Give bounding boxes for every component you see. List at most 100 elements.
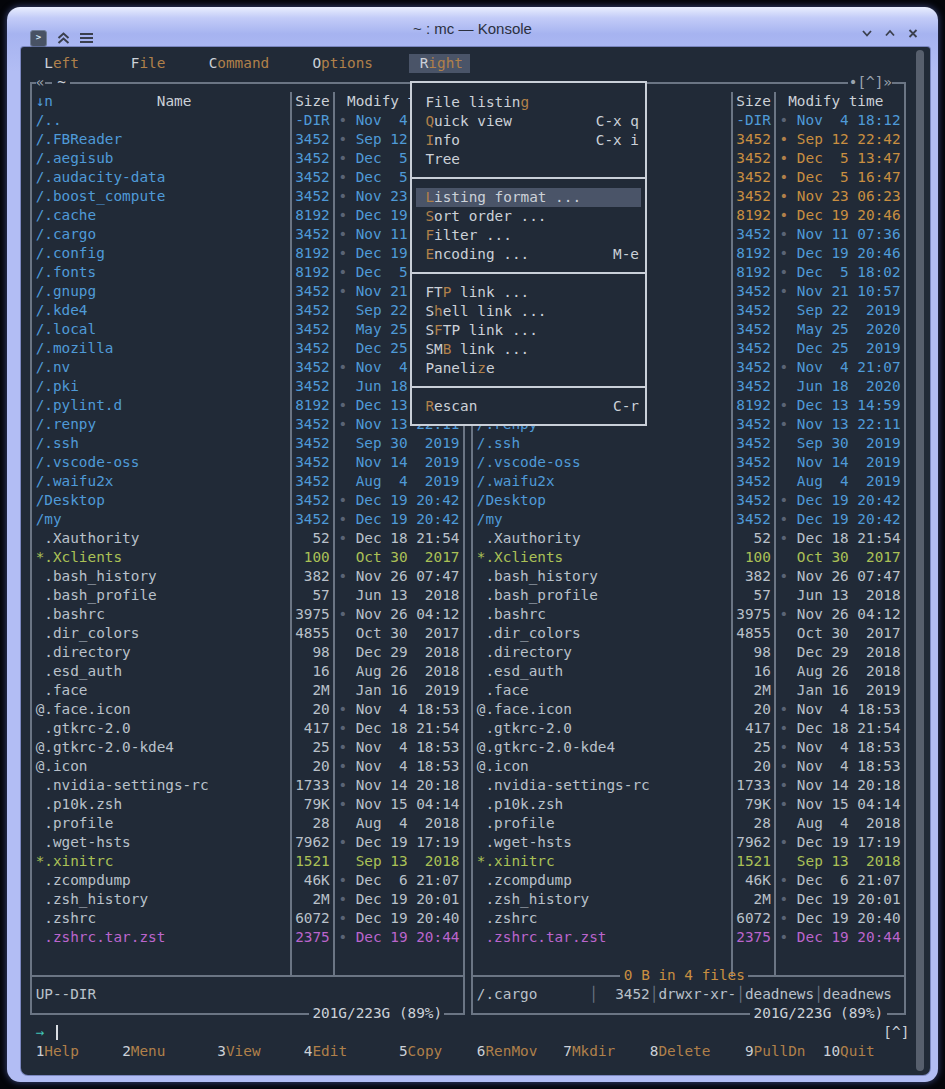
file-name[interactable]: /Desktop [36,491,105,510]
menubar-item-left[interactable]: Left [44,54,79,73]
file-name[interactable]: .esd_auth [477,662,563,681]
file-name[interactable]: .profile [36,814,114,833]
menubar-item-command[interactable]: Command [209,54,270,73]
file-name[interactable]: /.kde4 [36,301,88,320]
menu-item-file-listing[interactable]: File listing [412,93,645,112]
file-name[interactable]: /.vscode-oss [477,453,581,472]
close-button[interactable] [906,26,920,40]
file-name[interactable]: /.ssh [36,434,79,453]
file-name[interactable]: .zcompdump [36,871,131,890]
file-name[interactable]: /.waifu2x [36,472,114,491]
file-name[interactable]: @.face.icon [36,700,131,719]
menubar-item-options[interactable]: Options [312,54,373,73]
file-name[interactable]: @.icon [36,757,88,776]
file-name[interactable]: /.boost_compute [36,187,166,206]
history-indicator[interactable]: [^] [883,1023,909,1042]
file-name[interactable]: /.cargo [36,225,97,244]
file-name[interactable]: /Desktop [477,491,546,510]
file-name[interactable]: /.local [36,320,97,339]
column-header-size[interactable]: Size [295,92,330,111]
file-name[interactable]: .bashrc [477,605,546,624]
fkey-10[interactable]: 10Quit [823,1042,875,1061]
file-name[interactable]: .gtkrc-2.0 [477,719,572,738]
file-name[interactable]: .bash_history [36,567,157,586]
file-name[interactable]: /.audacity-data [36,168,166,187]
file-name[interactable]: .esd_auth [36,662,122,681]
scrollbar[interactable] [916,50,924,1071]
file-name[interactable]: @.face.icon [477,700,572,719]
file-name[interactable]: /.vscode-oss [36,453,140,472]
file-name[interactable]: .zsh_history [477,890,589,909]
file-name[interactable]: /.mozilla [36,339,114,358]
file-name[interactable]: @.icon [477,757,529,776]
file-name[interactable]: /.cache [36,206,97,225]
file-name[interactable]: /.. [36,111,62,130]
fkey-2[interactable]: 2Menu [122,1042,165,1061]
file-name[interactable]: .zcompdump [477,871,572,890]
file-name[interactable]: /.ssh [477,434,520,453]
fkey-7[interactable]: 7Mkdir [563,1042,615,1061]
file-name[interactable]: .dir_colors [477,624,581,643]
file-name[interactable]: .wget-hsts [477,833,572,852]
file-name[interactable]: .wget-hsts [36,833,131,852]
fkey-1[interactable]: 1Help [36,1042,79,1061]
file-name[interactable]: *.xinitrc [36,852,114,871]
file-name[interactable]: .bash_profile [477,586,598,605]
maximize-button[interactable] [883,26,897,40]
file-name[interactable]: .gtkrc-2.0 [36,719,131,738]
file-name[interactable]: .zsh_history [36,890,148,909]
file-name[interactable]: .profile [477,814,555,833]
file-name[interactable]: .directory [36,643,131,662]
file-name[interactable]: .face [36,681,88,700]
file-name[interactable]: /.FBReader [36,130,122,149]
menu-item-quick-view[interactable]: Quick viewC-x q [412,112,645,131]
menu-item-sort-order[interactable]: Sort order ... [412,207,645,226]
fkey-4[interactable]: 4Edit [304,1042,347,1061]
file-name[interactable]: .zshrc [477,909,538,928]
file-name[interactable]: /.nv [36,358,71,377]
file-name[interactable]: .face [477,681,529,700]
menubar-item-right[interactable]: Right [420,54,463,73]
file-name[interactable]: .zshrc [36,909,97,928]
menu-item-filter[interactable]: Filter ... [412,226,645,245]
file-name[interactable]: .Xauthority [36,529,140,548]
file-name[interactable]: .nvidia-settings-rc [477,776,650,795]
file-name[interactable]: /my [477,510,503,529]
file-name[interactable]: /.aegisub [36,149,114,168]
file-name[interactable]: /.config [36,244,105,263]
file-name[interactable]: .p10k.zsh [36,795,122,814]
fkey-8[interactable]: 8Delete [650,1042,711,1061]
file-name[interactable]: .bashrc [36,605,105,624]
file-name[interactable]: /my [36,510,62,529]
file-name[interactable]: /.gnupg [36,282,97,301]
fkey-3[interactable]: 3View [217,1042,260,1061]
menu-item-tree[interactable]: Tree [412,150,645,169]
file-name[interactable]: .bash_profile [36,586,157,605]
file-name[interactable]: .p10k.zsh [477,795,563,814]
fkey-9[interactable]: 9PullDn [745,1042,806,1061]
menu-item-panelize[interactable]: Panelize [412,359,645,378]
column-header-mtime[interactable]: Modify time [788,92,883,111]
menu-item-ftp-link[interactable]: FTP link ... [412,283,645,302]
file-name[interactable]: *.Xclients [477,548,563,567]
titlebar[interactable]: > ~ : mc — Konsole [7,7,938,47]
file-name[interactable]: *.xinitrc [477,852,555,871]
menu-item-encoding[interactable]: Encoding ...M-e [412,245,645,264]
file-name[interactable]: @.gtkrc-2.0-kde4 [477,738,615,757]
file-name[interactable]: .zshrc.tar.zst [477,928,607,947]
fkey-5[interactable]: 5Copy [399,1042,442,1061]
column-header-name[interactable]: Name [157,92,192,111]
menu-item-sftp-link[interactable]: SFTP link ... [412,321,645,340]
file-name[interactable]: /.renpy [36,415,97,434]
file-name[interactable]: /.pylint.d [36,396,122,415]
menubar-item-file[interactable]: File [131,54,166,73]
sort-indicator[interactable]: ↓n [36,92,53,111]
file-name[interactable]: .directory [477,643,572,662]
menu-item-info[interactable]: InfoC-x i [412,131,645,150]
menu-item-rescan[interactable]: RescanC-r [412,397,645,416]
file-name[interactable]: .bash_history [477,567,598,586]
file-name[interactable]: *.Xclients [36,548,122,567]
fkey-6[interactable]: 6RenMov [477,1042,538,1061]
file-name[interactable]: .nvidia-settings-rc [36,776,209,795]
file-name[interactable]: /.pki [36,377,79,396]
